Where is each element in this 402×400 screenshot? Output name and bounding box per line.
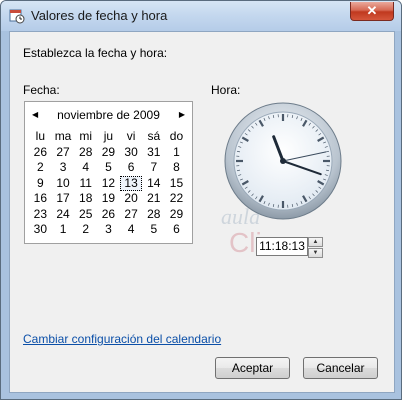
calendar-day[interactable]: 10 [52,176,75,192]
calendar-day[interactable]: 23 [29,207,52,223]
calendar-day[interactable]: 9 [29,176,52,192]
date-label: Fecha: [23,83,60,97]
cancel-button[interactable]: Cancelar [303,357,378,379]
calendar-day[interactable]: 1 [165,145,188,161]
calendar-day[interactable]: 5 [97,160,120,176]
calendar-day[interactable]: 1 [52,222,75,238]
calendar-day[interactable]: 27 [52,145,75,161]
calendar-day[interactable]: 24 [52,207,75,223]
calendar-day[interactable]: 2 [29,160,52,176]
calendar-day[interactable]: 21 [142,191,165,207]
weekday-header: do [169,129,184,143]
weekday-header: ma [54,129,72,143]
time-label: Hora: [211,83,241,97]
calendar-day[interactable]: 17 [52,191,75,207]
calendar-day[interactable]: 25 [74,207,97,223]
weekday-header: ju [103,129,114,143]
title-bar[interactable]: Valores de fecha y hora ✕ [1,1,401,31]
calendar-day[interactable]: 31 [142,145,165,161]
next-month-icon[interactable]: ▶ [179,110,185,119]
calendar-day[interactable]: 11 [74,176,97,192]
window-title: Valores de fecha y hora [31,8,168,23]
calendar-day[interactable]: 7 [142,160,165,176]
calendar-day[interactable]: 6 [120,160,143,176]
calendar-day[interactable]: 3 [52,160,75,176]
instruction-text: Establezca la fecha y hora: [23,46,168,60]
calendar-day[interactable]: 30 [29,222,52,238]
calendar-day[interactable]: 14 [142,176,165,192]
calendar-day[interactable]: 16 [29,191,52,207]
watermark-line1: aula [221,204,260,229]
calendar-day[interactable]: 15 [165,176,188,192]
calendar-day[interactable]: 30 [120,145,143,161]
calendar-clock-icon [9,9,25,24]
weekday-header: vi [126,129,136,143]
dialog-window: Valores de fecha y hora ✕ Establezca la … [0,0,402,400]
calendar-month-title[interactable]: noviembre de 2009 [25,108,192,122]
close-button[interactable]: ✕ [350,2,394,21]
calendar-day[interactable]: 27 [120,207,143,223]
calendar-day[interactable]: 20 [120,191,143,207]
calendar-day[interactable]: 8 [165,160,188,176]
calendar-day[interactable]: 29 [97,145,120,161]
calendar-day[interactable]: 18 [74,191,97,207]
calendar-day[interactable]: 28 [74,145,97,161]
calendar-day[interactable]: 4 [120,222,143,238]
calendar-day[interactable]: 3 [97,222,120,238]
close-icon: ✕ [366,3,378,18]
calendar-day[interactable]: 2 [74,222,97,238]
aulaclic-watermark: aula Clic [221,204,276,258]
calendar-grid: lu ma mi ju vi sá do 26 27 28 29 30 31 1 2 3 4 5 6 7 8 9 10 11 1… [29,129,188,238]
previous-month-icon[interactable]: ◀ [32,110,38,119]
calendar-day[interactable]: 26 [29,145,52,161]
spin-up-icon[interactable]: ▲ [308,237,323,247]
calendar-day[interactable]: 22 [165,191,188,207]
time-input[interactable]: 11:18:13 [256,237,308,256]
calendar-day[interactable]: 29 [165,207,188,223]
spin-down-icon[interactable]: ▼ [308,248,323,258]
calendar-day[interactable]: 6 [165,222,188,238]
calendar-day[interactable]: 19 [97,191,120,207]
calendar-header: noviembre de 2009 ◀ ▶ [25,108,192,124]
time-spinner[interactable]: ▲ ▼ [308,237,323,258]
calendar-day[interactable]: 4 [74,160,97,176]
weekday-header: mi [79,129,93,143]
dialog-body: Establezca la fecha y hora: Fecha: Hora:… [9,31,395,393]
calendar-day[interactable]: 26 [97,207,120,223]
weekday-header: sá [147,129,161,143]
change-calendar-settings-link[interactable]: Cambiar configuración del calendario [23,332,221,346]
accept-button[interactable]: Aceptar [215,357,290,379]
month-calendar[interactable]: noviembre de 2009 ◀ ▶ lu ma mi ju vi sá do 26 27… [24,101,193,244]
calendar-day[interactable]: 5 [142,222,165,238]
weekday-header: lu [35,129,46,143]
calendar-day[interactable]: 13 [119,175,143,191]
calendar-day[interactable]: 12 [97,176,120,192]
calendar-day[interactable]: 28 [142,207,165,223]
